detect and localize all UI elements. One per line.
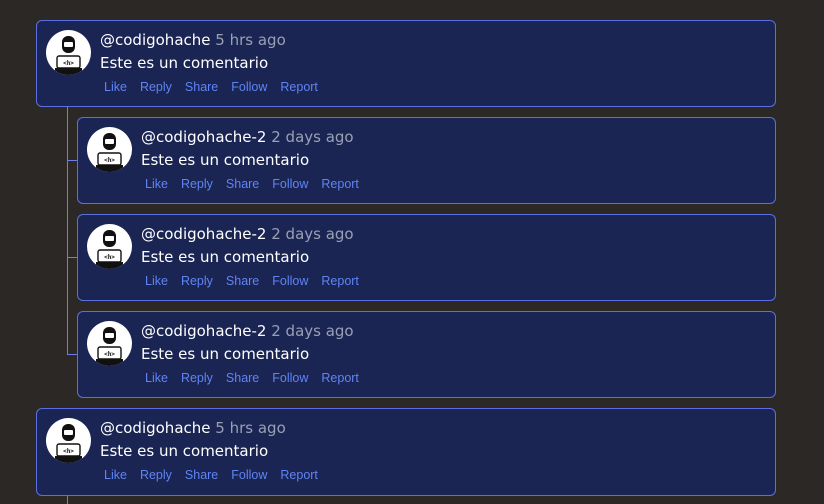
comment-timestamp: 5 hrs ago [215, 419, 286, 437]
comment-text: Este es un comentario [100, 442, 269, 460]
thread-branch [67, 354, 77, 355]
comment-timestamp: 2 days ago [271, 128, 354, 146]
thread-branch [67, 257, 77, 258]
comment-card: <h> @codigohache 5 hrs ago Este es un co… [36, 20, 776, 107]
comment-username[interactable]: @codigohache [100, 31, 211, 49]
reply-card: <h> @codigohache-2 2 days ago Este es un… [77, 214, 776, 301]
avatar[interactable]: <h> [87, 127, 132, 172]
comment-timestamp: 2 days ago [271, 225, 354, 243]
comment-text: Este es un comentario [141, 345, 310, 363]
comment-header: @codigohache 5 hrs ago [100, 30, 286, 50]
developer-avatar-icon: <h> [55, 424, 82, 463]
follow-button[interactable]: Follow [272, 273, 308, 289]
follow-button[interactable]: Follow [231, 79, 267, 95]
reply-button[interactable]: Reply [140, 79, 172, 95]
comment-header: @codigohache-2 2 days ago [141, 127, 354, 147]
comment-header: @codigohache-2 2 days ago [141, 224, 354, 244]
report-button[interactable]: Report [280, 79, 318, 95]
avatar-badge: <h> [104, 157, 115, 164]
thread-line [67, 496, 68, 504]
comment-username[interactable]: @codigohache [100, 419, 211, 437]
developer-avatar-icon: <h> [96, 133, 123, 172]
report-button[interactable]: Report [321, 176, 359, 192]
reply-card: <h> @codigohache-2 2 days ago Este es un… [77, 311, 776, 398]
developer-avatar-icon: <h> [96, 230, 123, 269]
comment-actions: Like Reply Share Follow Report [104, 467, 318, 483]
avatar-badge: <h> [63, 448, 74, 455]
report-button[interactable]: Report [280, 467, 318, 483]
avatar[interactable]: <h> [46, 30, 91, 75]
comment-text: Este es un comentario [141, 248, 310, 266]
like-button[interactable]: Like [145, 370, 168, 386]
comment-text: Este es un comentario [141, 151, 310, 169]
comment-actions: Like Reply Share Follow Report [145, 273, 359, 289]
comment-header: @codigohache-2 2 days ago [141, 321, 354, 341]
comment-card: <h> @codigohache 5 hrs ago Este es un co… [36, 408, 776, 496]
comment-username[interactable]: @codigohache-2 [141, 128, 266, 146]
thread-line [67, 107, 68, 354]
like-button[interactable]: Like [104, 79, 127, 95]
report-button[interactable]: Report [321, 370, 359, 386]
avatar[interactable]: <h> [46, 418, 91, 463]
comment-username[interactable]: @codigohache-2 [141, 225, 266, 243]
share-button[interactable]: Share [226, 370, 259, 386]
follow-button[interactable]: Follow [272, 176, 308, 192]
follow-button[interactable]: Follow [272, 370, 308, 386]
share-button[interactable]: Share [226, 273, 259, 289]
developer-avatar-icon: <h> [55, 36, 82, 75]
like-button[interactable]: Like [145, 176, 168, 192]
comment-actions: Like Reply Share Follow Report [145, 370, 359, 386]
comment-timestamp: 2 days ago [271, 322, 354, 340]
avatar-badge: <h> [104, 351, 115, 358]
like-button[interactable]: Like [145, 273, 168, 289]
reply-card: <h> @codigohache-2 2 days ago Este es un… [77, 117, 776, 204]
reply-button[interactable]: Reply [181, 370, 213, 386]
share-button[interactable]: Share [226, 176, 259, 192]
comment-actions: Like Reply Share Follow Report [104, 79, 318, 95]
share-button[interactable]: Share [185, 79, 218, 95]
share-button[interactable]: Share [185, 467, 218, 483]
avatar[interactable]: <h> [87, 224, 132, 269]
avatar-badge: <h> [104, 254, 115, 261]
reply-button[interactable]: Reply [140, 467, 172, 483]
avatar-badge: <h> [63, 60, 74, 67]
reply-button[interactable]: Reply [181, 273, 213, 289]
thread-branch [67, 160, 77, 161]
like-button[interactable]: Like [104, 467, 127, 483]
report-button[interactable]: Report [321, 273, 359, 289]
avatar[interactable]: <h> [87, 321, 132, 366]
comment-username[interactable]: @codigohache-2 [141, 322, 266, 340]
comment-actions: Like Reply Share Follow Report [145, 176, 359, 192]
developer-avatar-icon: <h> [96, 327, 123, 366]
reply-button[interactable]: Reply [181, 176, 213, 192]
comment-text: Este es un comentario [100, 54, 269, 72]
comment-header: @codigohache 5 hrs ago [100, 418, 286, 438]
comment-timestamp: 5 hrs ago [215, 31, 286, 49]
follow-button[interactable]: Follow [231, 467, 267, 483]
